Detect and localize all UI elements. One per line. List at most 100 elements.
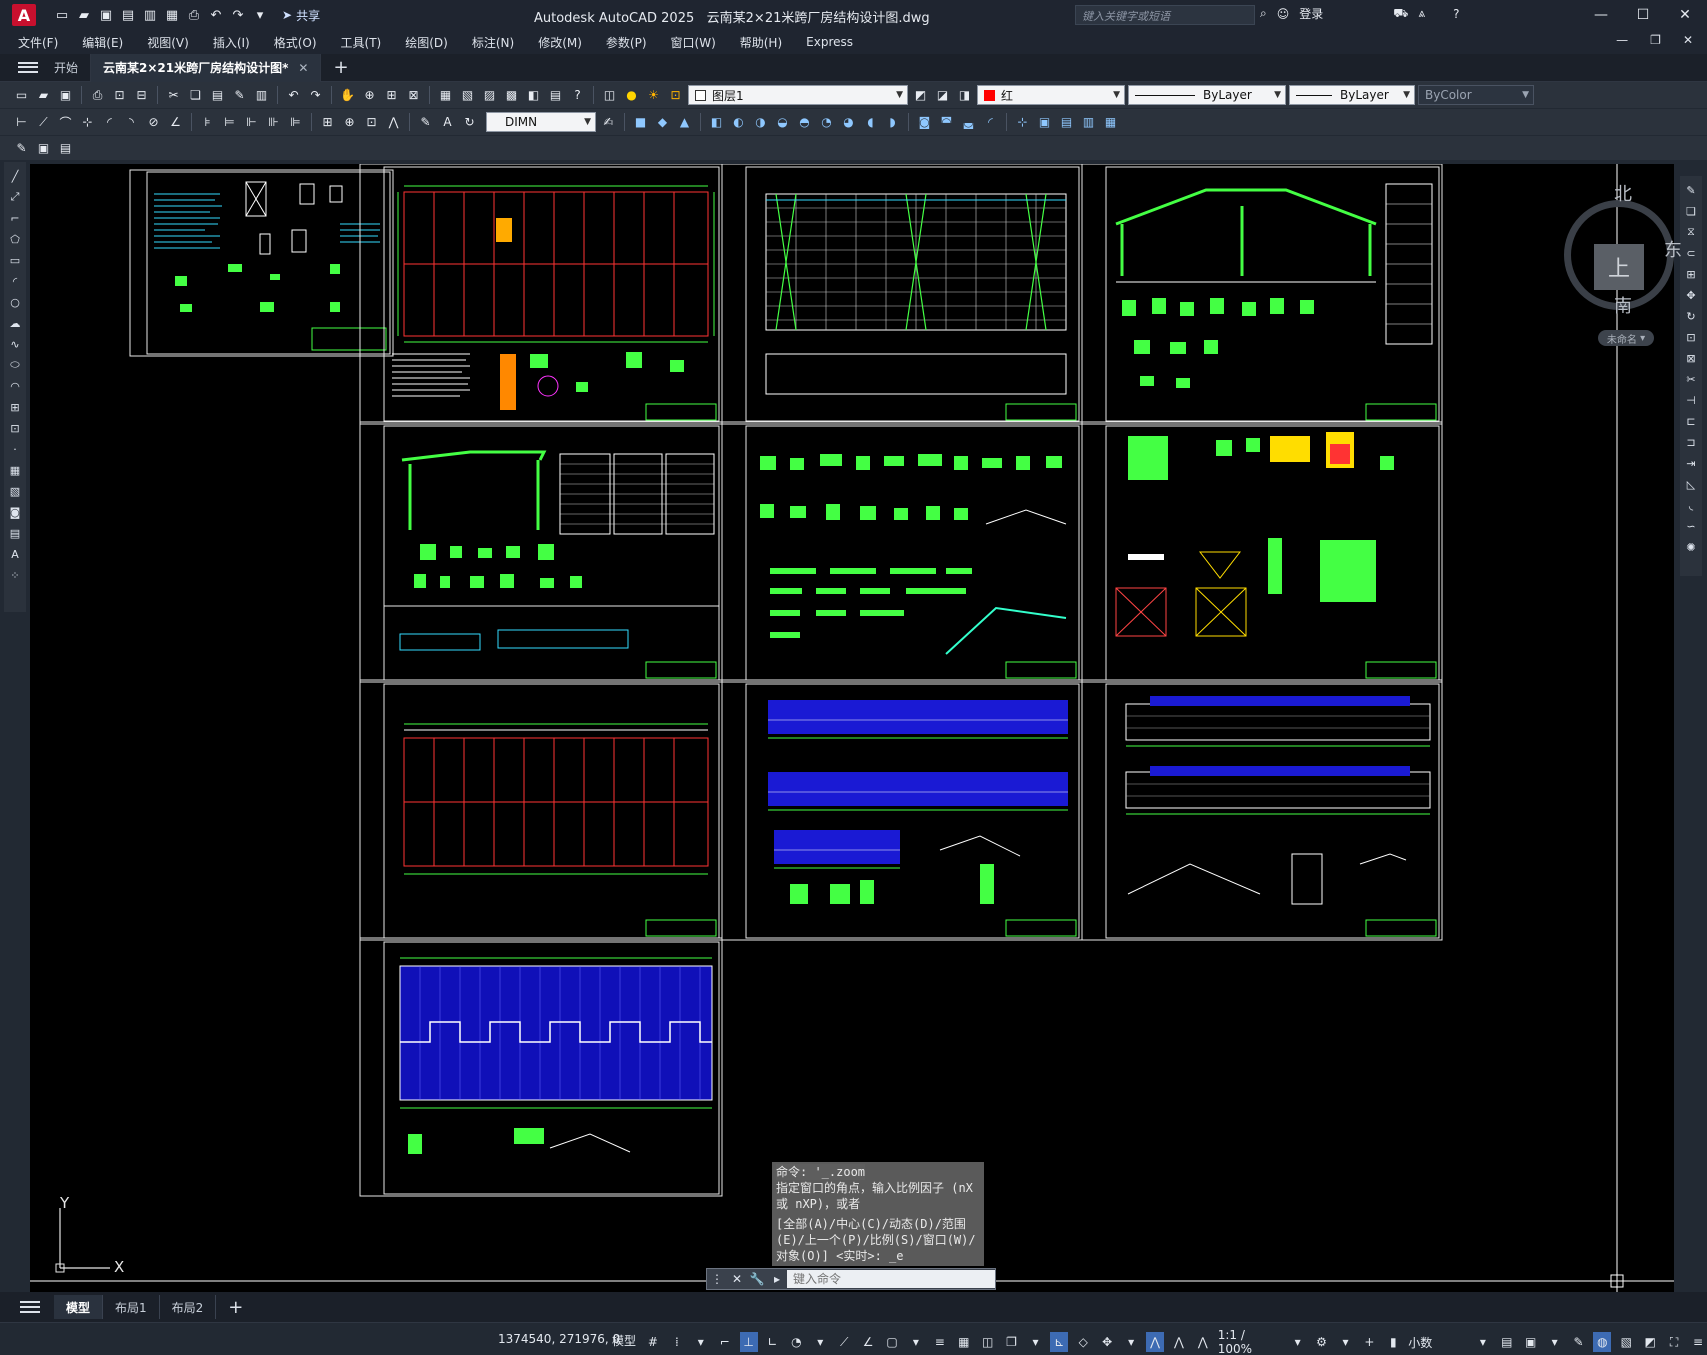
menu-draw[interactable]: 绘图(D) [405, 34, 448, 51]
tool-palettes-icon[interactable]: ▨ [480, 86, 499, 105]
isolate-objects-icon[interactable]: ✎ [1570, 1332, 1588, 1352]
graphics-performance-icon[interactable]: ◩ [1641, 1332, 1659, 1352]
command-line-close-icon[interactable]: ✕ [727, 1269, 747, 1289]
undo-icon[interactable]: ↶ [208, 7, 224, 23]
gizmo-icon[interactable]: ✥ [1098, 1332, 1116, 1352]
explode-icon[interactable]: ✺ [1683, 539, 1699, 555]
viewcube-south[interactable]: 南 [1614, 292, 1632, 318]
tab-layout2[interactable]: 布局2 [160, 1295, 217, 1319]
dim-break-icon[interactable]: ⊫ [286, 113, 305, 132]
point-icon[interactable]: · [7, 441, 23, 457]
dynamic-input-icon[interactable]: ⊥ [739, 1332, 758, 1352]
menu-dimension[interactable]: 标注(N) [472, 34, 514, 51]
jogged-dim-icon[interactable]: ◝ [122, 113, 141, 132]
drawing-minimize-icon[interactable]: — [1616, 33, 1628, 47]
quick-properties-icon[interactable]: ▤ [1498, 1332, 1516, 1352]
layer-state-icon[interactable]: ◨ [955, 86, 974, 105]
jogged-linear-icon[interactable]: ⋀ [384, 113, 403, 132]
visual-style-icon[interactable]: ◙ [915, 113, 934, 132]
viewcube[interactable]: 北 东 南 上 未命名 ▾ [1534, 180, 1682, 346]
render-icon[interactable]: ◛ [959, 113, 978, 132]
help-search-input[interactable]: 键入关键字或短语 [1075, 5, 1255, 25]
cloud-open-icon[interactable]: ▥ [142, 7, 158, 23]
annotation-autoscale-icon[interactable]: ⋀ [1170, 1332, 1188, 1352]
grid-icon[interactable]: # [644, 1332, 662, 1352]
units-icon[interactable]: ▮ [1384, 1332, 1402, 1352]
hamburger-menu-icon[interactable] [14, 58, 42, 78]
walk-icon[interactable]: ▥ [1079, 113, 1098, 132]
tab-close-icon[interactable]: ✕ [298, 61, 308, 75]
ellipse-arc-icon[interactable]: ◠ [7, 378, 23, 394]
layer-dropdown[interactable]: 图层1 ▼ [688, 85, 908, 105]
tab-start[interactable]: 开始 [42, 53, 92, 82]
ortho-icon[interactable]: ∟ [764, 1332, 782, 1352]
new-file-icon[interactable]: ▭ [54, 7, 70, 23]
tolerance-icon[interactable]: ⊞ [318, 113, 337, 132]
command-input[interactable] [787, 1270, 995, 1288]
user-icon[interactable]: ☺ [1277, 7, 1290, 21]
rectangle-icon[interactable]: ▭ [7, 252, 23, 268]
model-space-button[interactable]: 模型 [612, 1332, 636, 1349]
baseline-dim-icon[interactable]: ⊨ [220, 113, 239, 132]
zoom-previous-icon[interactable]: ⊠ [404, 86, 423, 105]
hatch-icon[interactable]: ▦ [7, 462, 23, 478]
layer-sun-icon[interactable]: ☀ [644, 86, 663, 105]
gradient-icon[interactable]: ▧ [7, 483, 23, 499]
cloud-save-icon[interactable]: ▦ [164, 7, 180, 23]
shade-icon[interactable]: ◚ [937, 113, 956, 132]
qat-dropdown-icon[interactable]: ▾ [252, 7, 268, 23]
save-icon[interactable]: ▣ [98, 7, 114, 23]
ordinate-dim-icon[interactable]: ⊹ [78, 113, 97, 132]
menu-modify[interactable]: 修改(M) [538, 34, 582, 51]
lock-ui-icon[interactable]: ▣ [1522, 1332, 1540, 1352]
menu-express[interactable]: Express [806, 35, 853, 49]
tab-model[interactable]: 模型 [54, 1295, 104, 1319]
scale-dropdown-icon[interactable]: ▾ [1289, 1332, 1307, 1352]
section-icon[interactable]: ◗ [883, 113, 902, 132]
circle-icon[interactable]: ○ [7, 294, 23, 310]
center-mark-icon[interactable]: ⊕ [340, 113, 359, 132]
publish-icon[interactable]: ⊟ [132, 86, 151, 105]
multiline-text-icon[interactable]: A [7, 546, 23, 562]
fullscreen-icon[interactable]: ⛶ [1665, 1332, 1683, 1352]
search-icon[interactable]: ⌕ [1260, 6, 1267, 21]
annotation-visibility-icon[interactable]: ⋀ [1146, 1332, 1164, 1352]
redo-icon[interactable]: ↷ [306, 86, 325, 105]
hardware-acceleration-icon[interactable]: ◍ [1593, 1332, 1612, 1352]
polar-dropdown-icon[interactable]: ▾ [811, 1332, 829, 1352]
lineweight-toggle-icon[interactable]: ≡ [931, 1332, 949, 1352]
menu-parametric[interactable]: 参数(P) [606, 34, 647, 51]
help-icon[interactable]: ? [1453, 7, 1459, 21]
make-block-icon[interactable]: ⊡ [7, 420, 23, 436]
viewcube-east[interactable]: 东 [1664, 236, 1682, 262]
calculator-icon[interactable]: ▤ [546, 86, 565, 105]
layer-previous-icon[interactable]: ◪ [933, 86, 952, 105]
close-icon[interactable]: ✕ [1664, 4, 1706, 26]
qnew-icon[interactable]: ▭ [12, 86, 31, 105]
copy-object-icon[interactable]: ❏ [1683, 203, 1699, 219]
make-current-layer-icon[interactable]: ◩ [911, 86, 930, 105]
dim-space-icon[interactable]: ⊪ [264, 113, 283, 132]
color-dropdown[interactable]: 红 ▼ [977, 85, 1125, 105]
menu-tools[interactable]: 工具(T) [341, 34, 382, 51]
autocad-logo[interactable]: A [12, 4, 36, 26]
3d-box-icon[interactable]: ■ [631, 113, 650, 132]
cart-icon[interactable]: ⛟ [1393, 6, 1408, 22]
design-center-icon[interactable]: ▧ [458, 86, 477, 105]
dynamic-ucs-icon[interactable]: ⊾ [1050, 1332, 1069, 1352]
infer-constraints-icon[interactable]: ⌐ [716, 1332, 734, 1352]
angular-dim-icon[interactable]: ∠ [166, 113, 185, 132]
table-icon[interactable]: ▤ [7, 525, 23, 541]
arc-length-icon[interactable]: ⌒ [56, 113, 75, 132]
ucs-name-dropdown[interactable]: 未命名 ▾ [1598, 330, 1654, 346]
offset-icon[interactable]: ⊂ [1683, 245, 1699, 261]
chamfer-icon[interactable]: ◺ [1683, 476, 1699, 492]
3d-osnap-dropdown-icon[interactable]: ▾ [1027, 1332, 1045, 1352]
dimstyle-dropdown[interactable]: DIMN ▼ [486, 112, 596, 132]
trim-icon[interactable]: ✂ [1683, 371, 1699, 387]
camera-icon[interactable]: ▤ [1057, 113, 1076, 132]
3d-cone-icon[interactable]: ▲ [675, 113, 694, 132]
lineweight-dropdown[interactable]: ByLayer ▼ [1289, 85, 1415, 105]
object-track-icon[interactable]: ∠ [859, 1332, 877, 1352]
command-prompt-icon[interactable]: ▸ [767, 1269, 787, 1289]
